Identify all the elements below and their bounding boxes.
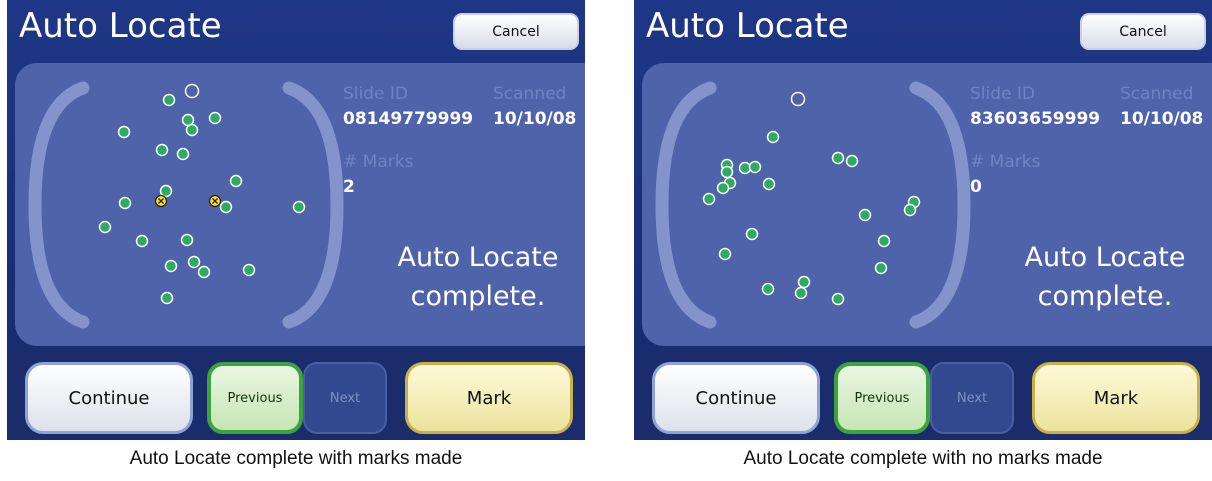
- device-screen: Auto Locate Cancel Slide ID 08149779999: [7, 0, 585, 440]
- marks-count-value: 0: [970, 177, 982, 197]
- detection-dot: [159, 184, 173, 198]
- detection-dot: [858, 208, 872, 222]
- button-bar: Continue Previous Next Mark: [634, 352, 1212, 440]
- detection-dot: [761, 282, 775, 296]
- detection-dot: [98, 220, 112, 234]
- next-button[interactable]: Next: [930, 362, 1014, 434]
- slide-bracket-right: [909, 81, 971, 329]
- detection-dot: [187, 255, 201, 269]
- status-message: Auto Locate complete.: [367, 238, 585, 316]
- mark-icon: [208, 194, 222, 208]
- status-line: complete.: [410, 281, 546, 312]
- detection-dot: [118, 196, 132, 210]
- marks-count-label: # Marks: [970, 152, 1041, 172]
- cancel-button[interactable]: Cancel: [1080, 13, 1206, 50]
- auto-locate-panel-no-marks: Auto Locate Cancel Slide ID 83603659999 …: [634, 0, 1212, 440]
- figure-caption: Auto Locate complete with no marks made: [743, 448, 1103, 469]
- detection-dot: [748, 160, 762, 174]
- detection-dot: [164, 259, 178, 273]
- marks-count-value: 2: [343, 177, 355, 197]
- slide-id-value: 83603659999: [970, 109, 1101, 129]
- scanned-value: 10/10/08: [1120, 109, 1204, 129]
- continue-button[interactable]: Continue: [652, 362, 820, 434]
- detection-dot: [745, 227, 759, 241]
- mark-icon: [154, 194, 168, 208]
- cancel-button[interactable]: Cancel: [453, 13, 579, 50]
- detection-dot: [874, 261, 888, 275]
- detection-dot: [718, 247, 732, 261]
- detection-dot: [831, 151, 845, 165]
- detection-dot: [292, 200, 306, 214]
- status-line: complete.: [1037, 281, 1173, 312]
- detection-dot: [831, 292, 845, 306]
- detection-dot: [117, 125, 131, 139]
- detection-dot: [155, 143, 169, 157]
- slide-bracket-left: [28, 81, 90, 329]
- next-button[interactable]: Next: [303, 362, 387, 434]
- device-screen: Auto Locate Cancel Slide ID 83603659999 …: [634, 0, 1212, 440]
- slide-bracket-left: [655, 81, 717, 329]
- detection-dot: [180, 233, 194, 247]
- detection-dot: [762, 177, 776, 191]
- scanned-label: Scanned: [1120, 84, 1194, 104]
- detection-dot: [229, 174, 243, 188]
- slide-map: [652, 70, 974, 340]
- slide-id-label: Slide ID: [970, 84, 1035, 104]
- slide-id-label: Slide ID: [343, 84, 408, 104]
- origin-marker-icon: [184, 83, 200, 99]
- screen-title: Auto Locate: [19, 6, 222, 46]
- detection-dot: [716, 181, 730, 195]
- mark-button[interactable]: Mark: [405, 362, 573, 434]
- status-line: Auto Locate: [1024, 242, 1186, 273]
- detection-dot: [845, 154, 859, 168]
- detection-dot: [135, 234, 149, 248]
- detection-dot: [197, 265, 211, 279]
- detection-dot: [903, 203, 917, 217]
- detection-dot: [797, 275, 811, 289]
- detection-dot: [766, 130, 780, 144]
- marks-count-label: # Marks: [343, 152, 414, 172]
- detection-dot: [162, 93, 176, 107]
- status-message: Auto Locate complete.: [994, 238, 1212, 316]
- auto-locate-panel-marks-made: Auto Locate Cancel Slide ID 08149779999: [7, 0, 585, 440]
- detection-dot: [185, 123, 199, 137]
- slide-id-value: 08149779999: [343, 109, 474, 129]
- mark-button[interactable]: Mark: [1032, 362, 1200, 434]
- detection-dot: [877, 234, 891, 248]
- screen-title: Auto Locate: [646, 6, 849, 46]
- detection-dot: [242, 263, 256, 277]
- detection-dot: [219, 200, 233, 214]
- button-bar: Continue Previous Next Mark: [7, 352, 585, 440]
- detection-dot: [160, 291, 174, 305]
- continue-button[interactable]: Continue: [25, 362, 193, 434]
- previous-button[interactable]: Previous: [834, 362, 930, 434]
- scanned-value: 10/10/08: [493, 109, 577, 129]
- figure-caption: Auto Locate complete with marks made: [129, 448, 463, 469]
- detection-dot: [794, 286, 808, 300]
- scanned-label: Scanned: [493, 84, 567, 104]
- status-line: Auto Locate: [397, 242, 559, 273]
- slide-map: [25, 70, 347, 340]
- detection-dot: [208, 111, 222, 125]
- detection-dot: [720, 165, 734, 179]
- origin-marker-icon: [790, 91, 806, 107]
- detection-dot: [176, 147, 190, 161]
- detection-dot: [702, 192, 716, 206]
- previous-button[interactable]: Previous: [207, 362, 303, 434]
